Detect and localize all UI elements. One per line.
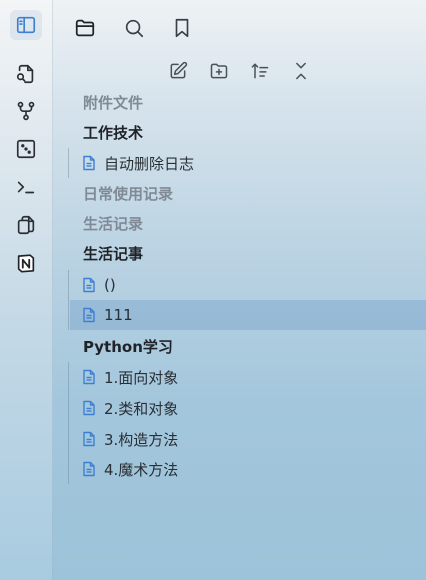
open-quick-switcher-button[interactable] xyxy=(10,59,42,89)
tab-search[interactable] xyxy=(118,12,150,44)
file-magic-methods[interactable]: 4.魔术方法 xyxy=(70,454,426,484)
file-label: 2.类和对象 xyxy=(104,399,179,418)
tab-bookmarks[interactable] xyxy=(166,12,198,44)
collapse-all-icon xyxy=(296,62,306,80)
new-note-button[interactable] xyxy=(163,56,193,86)
document-icon xyxy=(82,369,96,385)
sort-icon xyxy=(251,63,269,79)
document-icon xyxy=(82,307,96,323)
document-icon xyxy=(82,400,96,416)
file-explorer-actions xyxy=(52,54,426,88)
open-quick-switcher-icon xyxy=(16,64,34,84)
folder-life-records[interactable]: 生活记录 xyxy=(83,209,143,239)
file-constructor[interactable]: 3.构造方法 xyxy=(70,424,426,454)
notion-icon xyxy=(17,254,35,273)
indent-guide xyxy=(68,270,69,330)
file-label: 3.构造方法 xyxy=(104,430,179,449)
file-parentheses[interactable]: () xyxy=(70,270,426,300)
folder-attachments[interactable]: 附件文件 xyxy=(83,88,143,118)
sidebar-toggle-icon xyxy=(16,16,36,34)
copy-button[interactable] xyxy=(10,210,42,240)
new-note-icon xyxy=(170,61,188,79)
tab-files[interactable] xyxy=(69,12,101,44)
document-icon xyxy=(82,277,96,293)
file-classes-objects[interactable]: 2.类和对象 xyxy=(70,393,426,423)
files-icon xyxy=(75,19,95,37)
document-icon xyxy=(82,431,96,447)
file-label: () xyxy=(104,276,116,294)
random-note-button[interactable] xyxy=(10,134,42,164)
collapse-all-button[interactable] xyxy=(286,56,316,86)
folder-python-learning[interactable]: Python学习 xyxy=(83,332,173,362)
graph-view-icon xyxy=(17,101,35,121)
notion-button[interactable] xyxy=(10,248,42,278)
bookmark-icon xyxy=(175,18,189,38)
random-note-icon xyxy=(16,139,36,159)
file-111[interactable]: 111 xyxy=(70,300,426,330)
file-label: 1.面向对象 xyxy=(104,368,179,387)
file-label: 4.魔术方法 xyxy=(104,460,179,479)
sidebar-toggle-button[interactable] xyxy=(10,10,42,40)
document-icon xyxy=(82,461,96,477)
sort-button[interactable] xyxy=(245,56,275,86)
document-icon xyxy=(82,155,96,171)
indent-guide xyxy=(68,362,69,484)
indent-guide xyxy=(68,148,69,178)
folder-work-tech[interactable]: 工作技术 xyxy=(83,118,143,148)
folder-daily-use-records[interactable]: 日常使用记录 xyxy=(83,179,173,209)
graph-view-button[interactable] xyxy=(10,96,42,126)
file-oop[interactable]: 1.面向对象 xyxy=(70,362,426,392)
folder-life-notes[interactable]: 生活记事 xyxy=(83,239,143,269)
search-icon xyxy=(125,19,144,38)
sidebar-tab-bar xyxy=(52,0,426,52)
terminal-icon xyxy=(17,181,35,194)
copy-icon xyxy=(17,215,35,235)
file-auto-delete-log[interactable]: 自动删除日志 xyxy=(70,148,426,178)
new-folder-button[interactable] xyxy=(204,56,234,86)
file-label: 自动删除日志 xyxy=(104,154,195,173)
file-label: 111 xyxy=(104,306,133,324)
left-ribbon xyxy=(0,0,53,580)
new-folder-icon xyxy=(210,63,228,79)
terminal-button[interactable] xyxy=(10,172,42,202)
